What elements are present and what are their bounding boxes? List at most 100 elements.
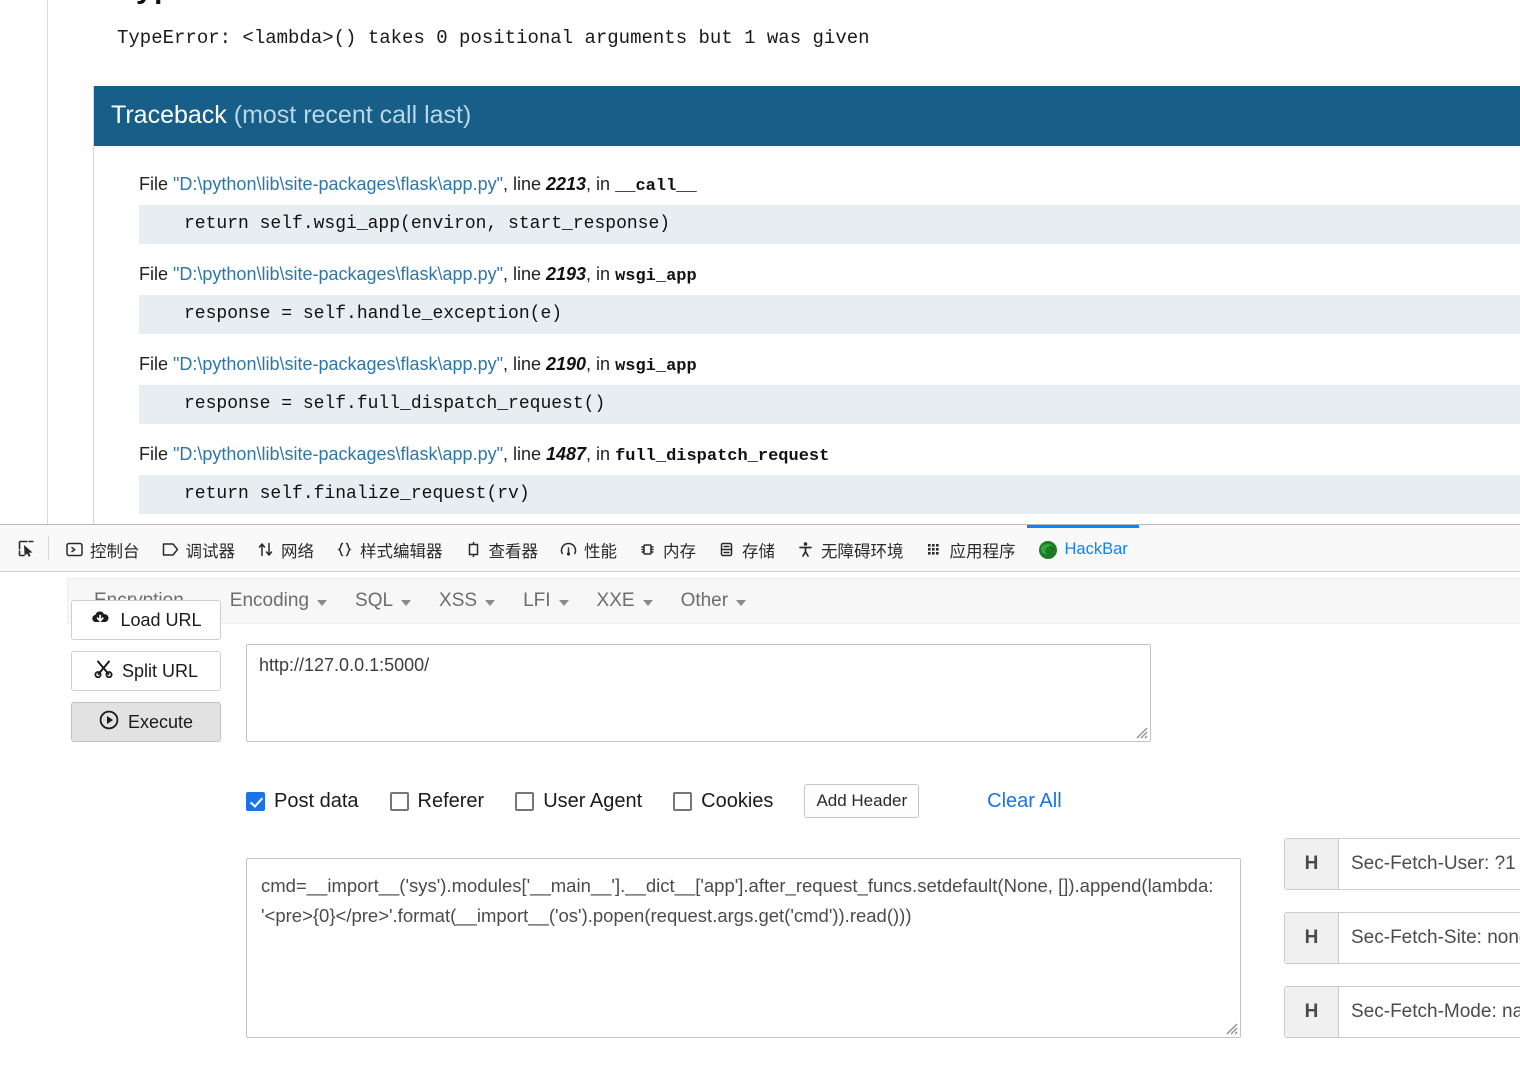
- checkbox-label: Cookies: [701, 789, 774, 812]
- application-icon: [926, 541, 943, 558]
- in-separator: , in: [586, 264, 616, 284]
- add-header-button[interactable]: Add Header: [804, 784, 920, 818]
- menu-encoding[interactable]: Encoding: [216, 590, 341, 612]
- menu-other[interactable]: Other: [667, 590, 761, 612]
- file-prefix: File: [139, 264, 174, 284]
- execute-button[interactable]: Execute: [71, 702, 221, 742]
- menu-label: Other: [680, 590, 729, 611]
- element-picker-icon[interactable]: [6, 525, 46, 571]
- checkbox-box[interactable]: [246, 791, 265, 811]
- tab-label: 控制台: [90, 542, 140, 561]
- in-separator: , in: [586, 444, 616, 464]
- header-value[interactable]: Sec-Fetch-Site: none: [1339, 913, 1520, 963]
- tab-label: 样式编辑器: [360, 542, 443, 561]
- checkbox-referer[interactable]: Referer: [389, 790, 484, 813]
- function-name: wsgi_app: [615, 267, 697, 286]
- header-value[interactable]: Sec-Fetch-User: ?1: [1339, 839, 1520, 889]
- line-separator: , line: [502, 174, 546, 194]
- line-number: 2193: [546, 264, 587, 284]
- menu-xss[interactable]: XSS: [425, 590, 509, 612]
- request-options-row: Post data Referer User Agent Cookies Add…: [246, 784, 1062, 818]
- tab-debugger[interactable]: 调试器: [151, 525, 247, 571]
- chevron-down-icon: [736, 599, 747, 606]
- tab-network[interactable]: 网络: [246, 525, 325, 571]
- file-prefix: File: [139, 444, 174, 464]
- file-prefix: File: [139, 174, 174, 194]
- tab-hackbar[interactable]: HackBar: [1026, 525, 1139, 571]
- tab-performance[interactable]: 性能: [549, 525, 628, 571]
- network-icon: [257, 541, 274, 558]
- traceback-file-line: File "D:\python\lib\site-packages\flask\…: [94, 168, 1520, 203]
- header-value[interactable]: Sec-Fetch-Mode: navigate: [1339, 987, 1520, 1037]
- file-path[interactable]: "D:\python\lib\site-packages\flask\app.p…: [173, 264, 503, 284]
- traceback-frame: File "D:\python\lib\site-packages\flask\…: [94, 168, 1520, 244]
- tab-storage[interactable]: 存储: [707, 525, 786, 571]
- tab-label: 存储: [742, 542, 775, 561]
- file-path[interactable]: "D:\python\lib\site-packages\flask\app.p…: [173, 174, 503, 194]
- traceback-panel: Traceback (most recent call last) File "…: [93, 86, 1520, 524]
- post-data-input[interactable]: [246, 858, 1241, 1038]
- devtools-toolbar: 控制台 调试器 网络 样式编辑器 查看器 性能 内存 存储 无障碍环境 应用程序…: [0, 525, 1520, 572]
- tab-inspector[interactable]: 查看器: [454, 525, 550, 571]
- menu-xxe[interactable]: XXE: [583, 590, 667, 612]
- file-path[interactable]: "D:\python\lib\site-packages\flask\app.p…: [173, 354, 503, 374]
- cloud-download-icon: [90, 609, 111, 631]
- header-row[interactable]: H Sec-Fetch-Site: none: [1284, 912, 1520, 964]
- button-label: Load URL: [120, 609, 202, 630]
- headers-list: H Sec-Fetch-User: ?1 H Sec-Fetch-Site: n…: [1284, 838, 1520, 1060]
- header-row[interactable]: H Sec-Fetch-User: ?1: [1284, 838, 1520, 890]
- checkbox-post-data[interactable]: Post data: [246, 790, 359, 813]
- traceback-frame: File "D:\python\lib\site-packages\flask\…: [94, 258, 1520, 334]
- header-type-tag: H: [1285, 839, 1339, 889]
- checkbox-label: User Agent: [543, 789, 643, 812]
- button-label: Split URL: [121, 660, 199, 681]
- url-input[interactable]: [246, 644, 1151, 742]
- menu-label: XXE: [596, 590, 635, 611]
- hackbar-menubar: Encryption Encoding SQL XSS LFI XXE: [67, 578, 1520, 624]
- tab-style-editor[interactable]: 样式编辑器: [325, 525, 454, 571]
- line-number: 2190: [546, 354, 587, 374]
- menu-label: LFI: [523, 590, 551, 611]
- menu-lfi[interactable]: LFI: [509, 590, 582, 612]
- tab-label: 内存: [663, 542, 696, 561]
- tab-accessibility[interactable]: 无障碍环境: [786, 525, 915, 571]
- menu-label: XSS: [439, 590, 478, 611]
- traceback-code: response = self.full_dispatch_request(): [139, 385, 1520, 424]
- menu-label: SQL: [355, 590, 394, 611]
- checkbox-box[interactable]: [515, 791, 535, 811]
- play-circle-icon: [99, 710, 119, 735]
- tab-label: 无障碍环境: [821, 542, 904, 561]
- checkbox-cookies[interactable]: Cookies: [673, 790, 773, 813]
- button-label: Execute: [127, 711, 194, 732]
- page-heading-clipped: TypeError: [117, 0, 284, 8]
- load-url-button[interactable]: Load URL: [71, 600, 221, 640]
- menu-sql[interactable]: SQL: [341, 590, 425, 612]
- line-separator: , line: [502, 444, 546, 464]
- tab-application[interactable]: 应用程序: [915, 525, 1027, 571]
- checkbox-box[interactable]: [389, 791, 409, 811]
- toolbar-divider: [48, 536, 49, 560]
- split-url-button[interactable]: Split URL: [71, 651, 221, 691]
- tab-label: 性能: [584, 542, 617, 561]
- clear-all-link[interactable]: Clear All: [987, 790, 1061, 813]
- checkbox-user-agent[interactable]: User Agent: [515, 790, 642, 813]
- tab-memory[interactable]: 内存: [628, 525, 707, 571]
- accessibility-icon: [797, 541, 814, 558]
- file-path[interactable]: "D:\python\lib\site-packages\flask\app.p…: [173, 444, 503, 464]
- traceback-frame: File "D:\python\lib\site-packages\flask\…: [94, 438, 1520, 514]
- traceback-subtitle: (most recent call last): [226, 101, 472, 129]
- checkbox-box[interactable]: [673, 791, 693, 811]
- line-separator: , line: [502, 354, 546, 374]
- tab-label: 调试器: [185, 542, 236, 561]
- url-field-wrapper: [246, 644, 1151, 742]
- line-number: 1487: [546, 444, 587, 464]
- inspector-icon: [465, 541, 482, 558]
- tab-console[interactable]: 控制台: [55, 525, 151, 571]
- chevron-down-icon: [401, 599, 412, 606]
- header-row[interactable]: H Sec-Fetch-Mode: navigate: [1284, 986, 1520, 1038]
- hackbar-icon: [1038, 540, 1058, 560]
- traceback-header: Traceback (most recent call last): [94, 86, 1520, 146]
- browser-page-content: TypeError TypeError: <lambda>() takes 0 …: [0, 0, 1520, 524]
- memory-icon: [639, 541, 656, 558]
- post-data-wrapper: [246, 858, 1241, 1038]
